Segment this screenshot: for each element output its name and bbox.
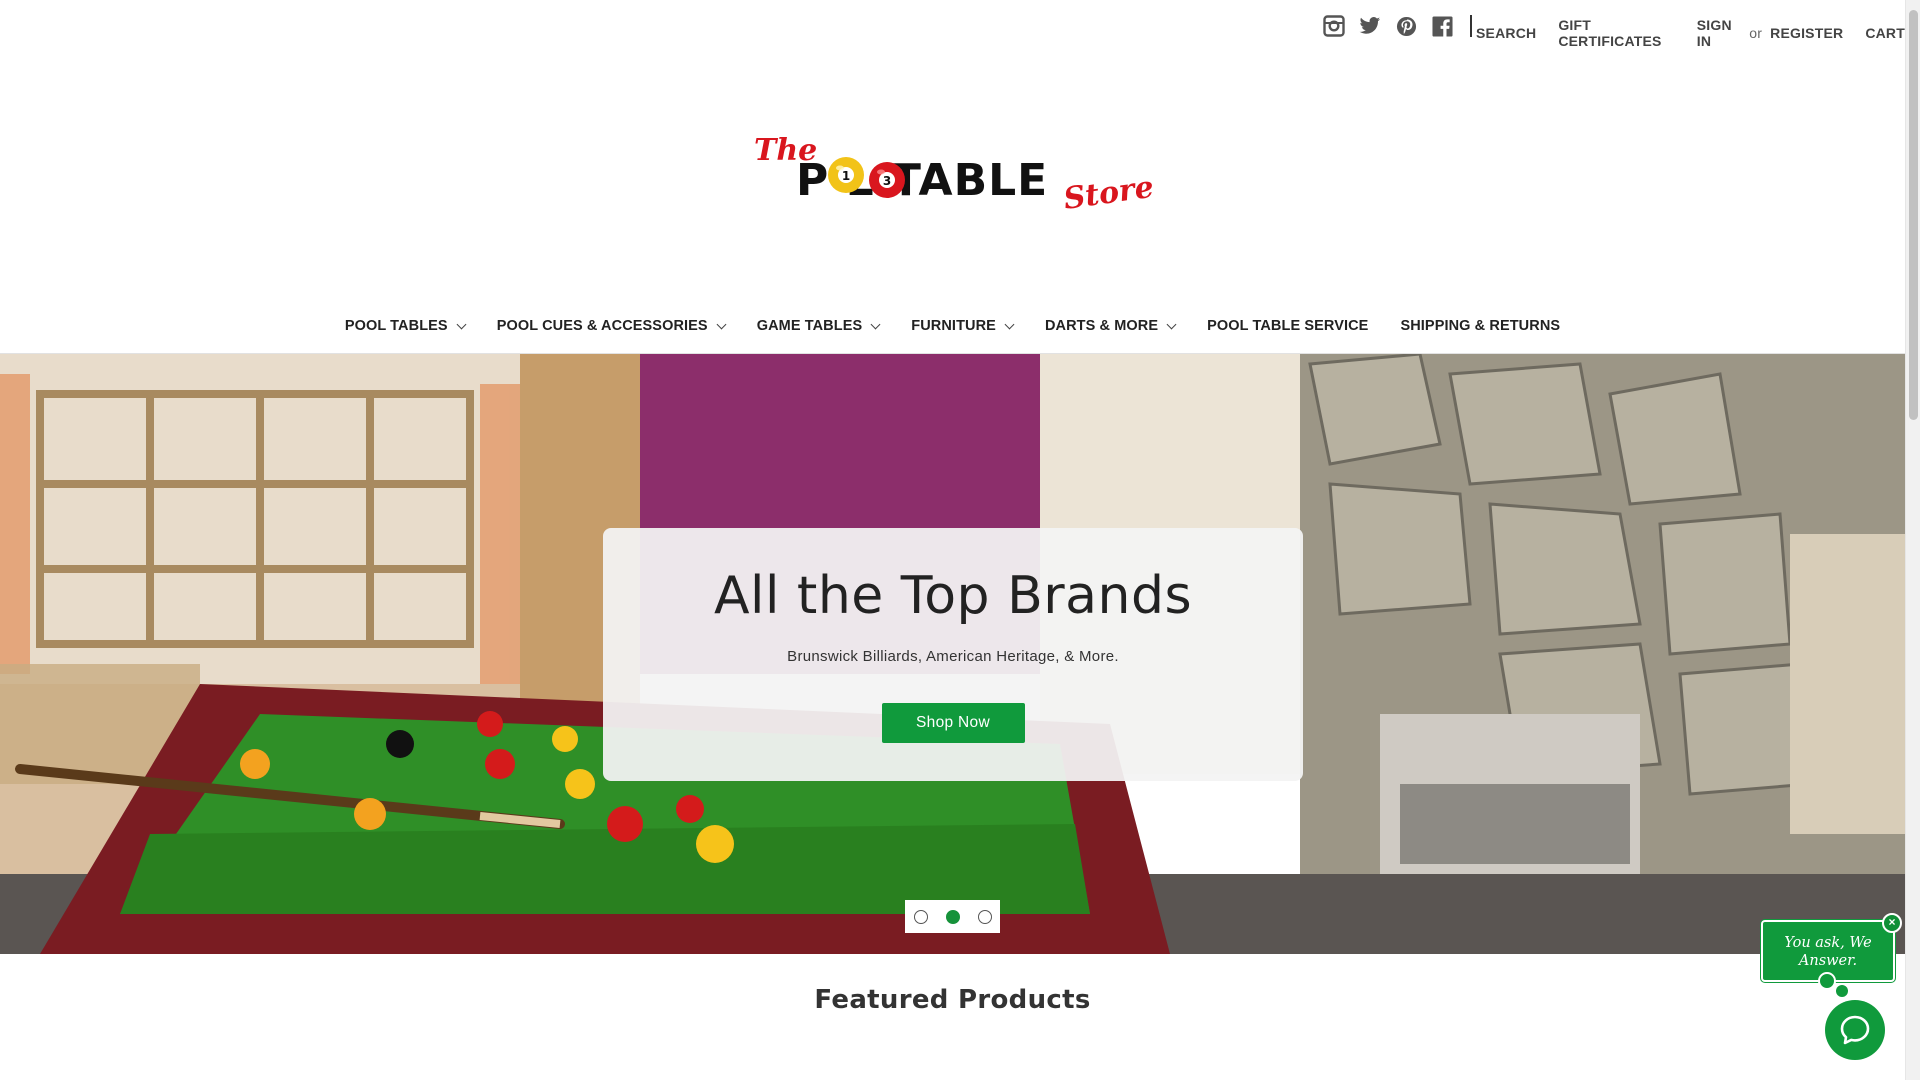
page-scrollbar[interactable] bbox=[1905, 0, 1920, 1080]
carousel-pagination bbox=[905, 900, 1000, 933]
hero-title: All the Top Brands bbox=[713, 566, 1193, 626]
chevron-down-icon bbox=[870, 319, 881, 329]
logo-ball-one: 1 bbox=[828, 157, 864, 193]
chevron-down-icon bbox=[1166, 319, 1177, 329]
featured-products-heading: Featured Products bbox=[814, 985, 1091, 1015]
chat-bubble-tail bbox=[1818, 972, 1836, 990]
carousel-dot-1[interactable] bbox=[913, 909, 928, 924]
nav-item-pool-tables[interactable]: POOL TABLES bbox=[345, 318, 467, 334]
carousel-dot-2[interactable] bbox=[945, 909, 960, 924]
chevron-down-icon bbox=[1004, 319, 1015, 329]
gift-certificates-link[interactable]: GIFT CERTIFICATES bbox=[1558, 17, 1674, 49]
top-utility-bar: SEARCH GIFT CERTIFICATES SIGN IN or REGI… bbox=[0, 0, 1905, 54]
cart-link[interactable]: CART bbox=[1865, 25, 1905, 41]
main-navigation: POOL TABLES POOL CUES & ACCESSORIES GAME… bbox=[0, 310, 1905, 354]
twitter-icon[interactable] bbox=[1358, 14, 1382, 38]
chat-bubble-icon bbox=[1840, 1015, 1870, 1045]
svg-text:1: 1 bbox=[842, 169, 850, 183]
chevron-down-icon bbox=[456, 319, 467, 329]
search-link[interactable]: SEARCH bbox=[1476, 25, 1536, 41]
svg-text:3: 3 bbox=[883, 174, 891, 188]
social-links bbox=[1322, 14, 1472, 38]
shop-now-button[interactable]: Shop Now bbox=[881, 703, 1025, 743]
facebook-icon[interactable] bbox=[1430, 14, 1454, 38]
nav-item-darts-more[interactable]: DARTS & MORE bbox=[1045, 318, 1177, 334]
nav-item-game-tables[interactable]: GAME TABLES bbox=[757, 318, 881, 334]
carousel-dot-3[interactable] bbox=[977, 909, 992, 924]
instagram-icon[interactable] bbox=[1322, 14, 1346, 38]
store-logo[interactable]: The P L TABLE 1 3 Store bbox=[752, 130, 1156, 220]
utility-nav: SEARCH GIFT CERTIFICATES SIGN IN or REGI… bbox=[1476, 17, 1905, 49]
chevron-down-icon bbox=[716, 319, 727, 329]
sign-in-link[interactable]: SIGN IN bbox=[1697, 17, 1742, 49]
hero-carousel[interactable]: All the Top Brands Brunswick Billiards, … bbox=[0, 354, 1905, 954]
chat-close-icon[interactable]: × bbox=[1882, 913, 1902, 933]
scrollbar-thumb[interactable] bbox=[1909, 10, 1918, 420]
pinterest-icon[interactable] bbox=[1394, 14, 1418, 38]
social-divider bbox=[1470, 15, 1472, 37]
nav-item-shipping-returns[interactable]: SHIPPING & RETURNS bbox=[1400, 318, 1560, 334]
chat-launcher-button[interactable] bbox=[1825, 1000, 1885, 1060]
nav-item-pool-cues-accessories[interactable]: POOL CUES & ACCESSORIES bbox=[497, 318, 727, 334]
hero-caption-card: All the Top Brands Brunswick Billiards, … bbox=[603, 528, 1303, 781]
register-link[interactable]: REGISTER bbox=[1770, 25, 1843, 41]
chat-bubble-tail-small bbox=[1836, 985, 1848, 997]
nav-item-furniture[interactable]: FURNITURE bbox=[911, 318, 1015, 334]
or-text: or bbox=[1749, 25, 1763, 41]
hero-subtitle: Brunswick Billiards, American Heritage, … bbox=[787, 648, 1119, 665]
logo-store-text: Store bbox=[1061, 170, 1152, 217]
nav-item-pool-table-service[interactable]: POOL TABLE SERVICE bbox=[1207, 318, 1368, 334]
logo-ball-three: 3 bbox=[869, 162, 905, 198]
